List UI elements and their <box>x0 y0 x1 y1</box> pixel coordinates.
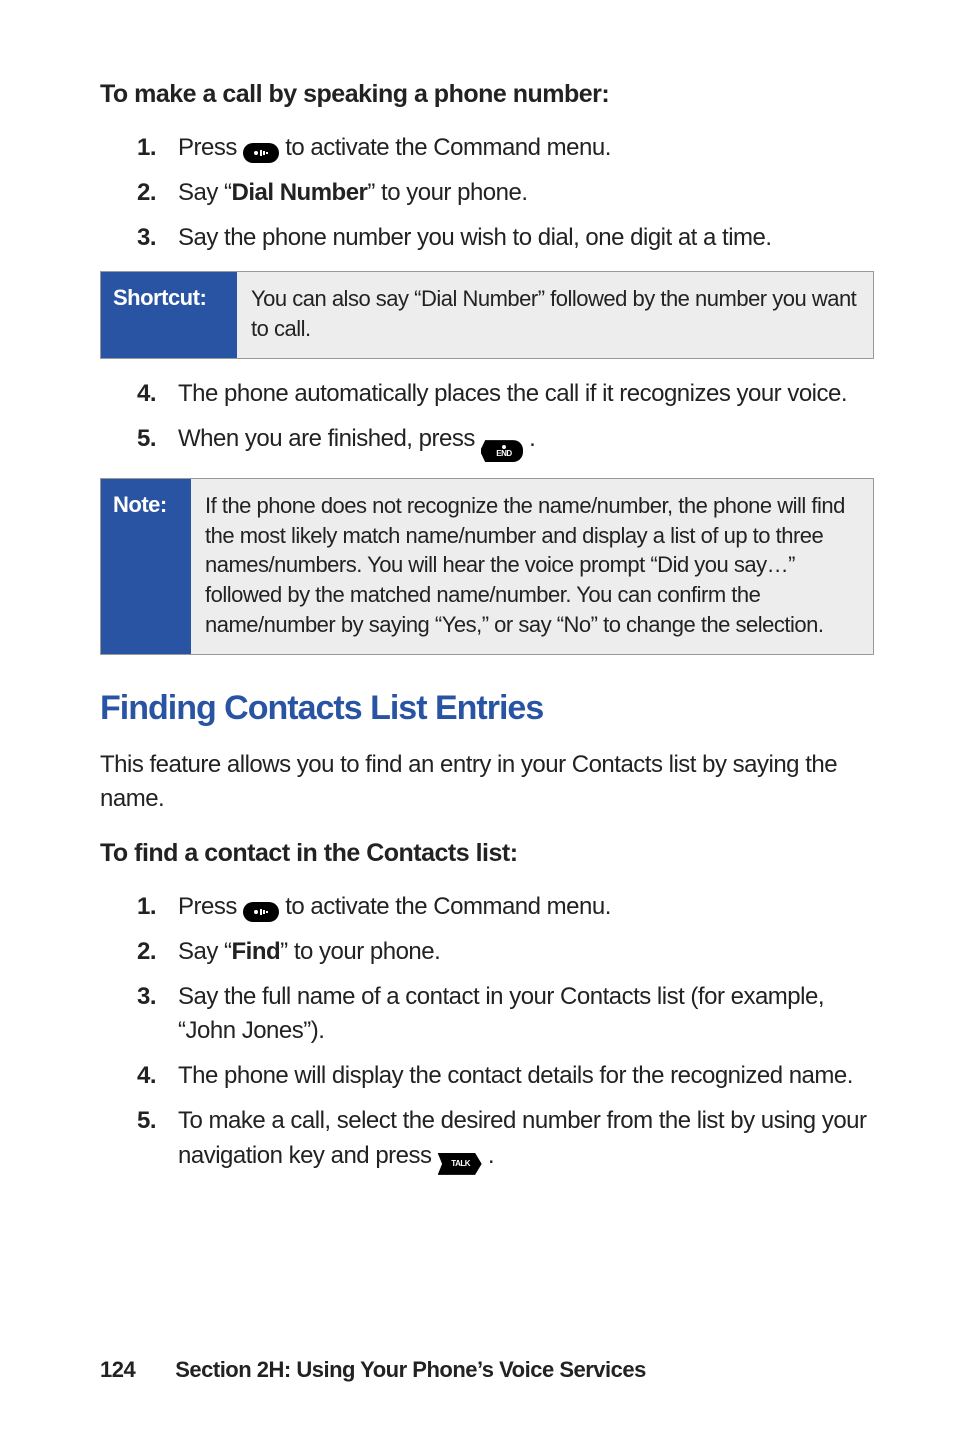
text-span: . <box>488 1142 494 1169</box>
note-label: Note: <box>101 479 191 653</box>
end-key-label: END <box>496 450 511 458</box>
step-number: 1. <box>100 890 156 925</box>
text-span: Say “ <box>178 938 232 965</box>
step-number: 3. <box>100 221 156 256</box>
text-span: To make a call, select the desired numbe… <box>178 1107 867 1169</box>
step-row: 2. Say “Dial Number” to your phone. <box>100 176 874 211</box>
step-row: 4. The phone will display the contact de… <box>100 1059 874 1094</box>
text-bold: Find <box>232 938 281 965</box>
text-span: to activate the Command menu. <box>285 893 611 920</box>
text-span: ” to your phone. <box>280 938 440 965</box>
step-number: 5. <box>100 422 156 457</box>
step-number: 4. <box>100 377 156 412</box>
section-indicator: Section 2H: Using Your Phone’s Voice Ser… <box>175 1357 646 1383</box>
step-row: 4. The phone automatically places the ca… <box>100 377 874 412</box>
step-row: 2. Say “Find” to your phone. <box>100 935 874 970</box>
text-span: Say “ <box>178 179 232 206</box>
shortcut-callout: Shortcut: You can also say “Dial Number”… <box>100 271 874 358</box>
subheading-make-call: To make a call by speaking a phone numbe… <box>100 80 874 109</box>
note-body: If the phone does not recognize the name… <box>191 479 873 653</box>
step-number: 2. <box>100 176 156 211</box>
page-number: 124 <box>100 1357 135 1383</box>
step-number: 5. <box>100 1104 156 1139</box>
step-row: 3. Say the phone number you wish to dial… <box>100 221 874 256</box>
text-span: ” to your phone. <box>367 179 527 206</box>
steps-find: 1. Press to activate the Command menu. 2… <box>100 890 874 1175</box>
manual-page: To make a call by speaking a phone numbe… <box>0 0 954 1431</box>
text-span: Press <box>178 134 243 161</box>
step-row: 1. Press to activate the Command menu. <box>100 890 874 925</box>
step-row: 5. To make a call, select the desired nu… <box>100 1104 874 1175</box>
text-bold: Dial Number <box>232 179 368 206</box>
step-text: Press to activate the Command menu. <box>178 890 874 925</box>
step-text: Say “Find” to your phone. <box>178 935 874 970</box>
step-text: The phone automatically places the call … <box>178 377 874 412</box>
page-footer: 124 Section 2H: Using Your Phone’s Voice… <box>100 1357 646 1383</box>
shortcut-label: Shortcut: <box>101 272 237 357</box>
talk-key-label: TALK <box>451 1160 470 1168</box>
step-text: To make a call, select the desired numbe… <box>178 1104 874 1175</box>
step-number: 3. <box>100 980 156 1015</box>
text-span: When you are finished, press <box>178 425 481 452</box>
step-text: The phone will display the contact detai… <box>178 1059 874 1094</box>
steps-make-call: 1. Press to activate the Command menu. 2… <box>100 131 874 255</box>
step-text: When you are finished, press END . <box>178 422 874 463</box>
section-title: Finding Contacts List Entries <box>100 689 874 728</box>
steps-make-call-cont: 4. The phone automatically places the ca… <box>100 377 874 462</box>
step-text: Say the phone number you wish to dial, o… <box>178 221 874 256</box>
step-number: 4. <box>100 1059 156 1094</box>
text-span: to activate the Command menu. <box>285 134 611 161</box>
text-span: Press <box>178 893 243 920</box>
step-text: Say the full name of a contact in your C… <box>178 980 874 1050</box>
step-row: 5. When you are finished, press END . <box>100 422 874 463</box>
voice-key-icon <box>243 143 279 163</box>
end-key-icon: END <box>481 440 523 462</box>
talk-key-icon: TALK <box>438 1153 482 1175</box>
text-span: . <box>529 425 535 452</box>
shortcut-body: You can also say “Dial Number” followed … <box>237 272 873 357</box>
step-number: 2. <box>100 935 156 970</box>
step-row: 1. Press to activate the Command menu. <box>100 131 874 166</box>
voice-key-icon <box>243 902 279 922</box>
step-number: 1. <box>100 131 156 166</box>
step-row: 3. Say the full name of a contact in you… <box>100 980 874 1050</box>
note-callout: Note: If the phone does not recognize th… <box>100 478 874 654</box>
step-text: Press to activate the Command menu. <box>178 131 874 166</box>
subheading-find: To find a contact in the Contacts list: <box>100 839 874 868</box>
intro-paragraph: This feature allows you to find an entry… <box>100 748 874 818</box>
step-text: Say “Dial Number” to your phone. <box>178 176 874 211</box>
